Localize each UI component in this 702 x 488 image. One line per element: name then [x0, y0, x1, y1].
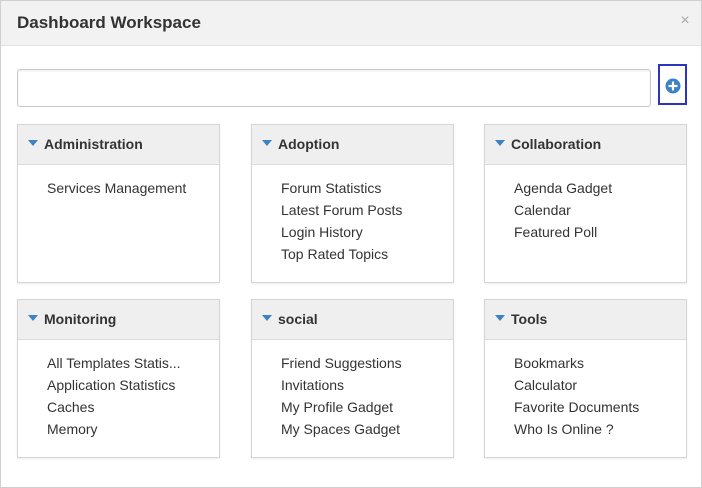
category-card-administration: Administration Services Management: [17, 124, 220, 283]
category-title: Monitoring: [44, 311, 117, 327]
category-card-tools: Tools Bookmarks Calculator Favorite Docu…: [484, 299, 687, 458]
category-title: Tools: [511, 311, 548, 327]
gadget-item[interactable]: Login History: [281, 221, 402, 243]
gadget-search-input[interactable]: [17, 69, 651, 107]
category-title: social: [278, 311, 318, 327]
caret-down-icon: [28, 315, 38, 321]
gadget-item[interactable]: Who Is Online ?: [514, 418, 639, 440]
category-header[interactable]: Monitoring: [18, 300, 219, 340]
gadget-list: Agenda Gadget Calendar Featured Poll: [514, 177, 612, 243]
category-header[interactable]: social: [252, 300, 453, 340]
gadget-item[interactable]: Bookmarks: [514, 352, 639, 374]
gadget-item[interactable]: Calculator: [514, 374, 639, 396]
caret-down-icon: [262, 140, 272, 146]
gadget-item[interactable]: Top Rated Topics: [281, 243, 402, 265]
gadget-item[interactable]: Favorite Documents: [514, 396, 639, 418]
gadget-item[interactable]: Services Management: [47, 177, 186, 199]
gadget-item[interactable]: All Templates Statis...: [47, 352, 181, 374]
category-title: Administration: [44, 136, 143, 152]
gadget-item[interactable]: Agenda Gadget: [514, 177, 612, 199]
category-card-monitoring: Monitoring All Templates Statis... Appli…: [17, 299, 220, 458]
gadget-item[interactable]: Caches: [47, 396, 181, 418]
category-header[interactable]: Adoption: [252, 125, 453, 165]
category-header[interactable]: Tools: [485, 300, 686, 340]
gadget-list: Services Management: [47, 177, 186, 199]
gadget-list: Friend Suggestions Invitations My Profil…: [281, 352, 402, 440]
gadget-item[interactable]: Invitations: [281, 374, 402, 396]
gadget-item[interactable]: My Profile Gadget: [281, 396, 402, 418]
category-header[interactable]: Administration: [18, 125, 219, 165]
category-card-adoption: Adoption Forum Statistics Latest Forum P…: [251, 124, 454, 283]
gadget-list: Forum Statistics Latest Forum Posts Logi…: [281, 177, 402, 265]
dialog-header: Dashboard Workspace ×: [1, 1, 701, 46]
dashboard-workspace-dialog: Dashboard Workspace × Administration Ser…: [0, 0, 702, 488]
category-card-collaboration: Collaboration Agenda Gadget Calendar Fea…: [484, 124, 687, 283]
gadget-item[interactable]: Latest Forum Posts: [281, 199, 402, 221]
plus-circle-icon: [665, 78, 681, 94]
category-header[interactable]: Collaboration: [485, 125, 686, 165]
add-gadget-button[interactable]: [658, 64, 687, 105]
caret-down-icon: [495, 140, 505, 146]
category-card-social: social Friend Suggestions Invitations My…: [251, 299, 454, 458]
gadget-item[interactable]: My Spaces Gadget: [281, 418, 402, 440]
gadget-item[interactable]: Application Statistics: [47, 374, 181, 396]
category-title: Collaboration: [511, 136, 602, 152]
caret-down-icon: [495, 315, 505, 321]
category-title: Adoption: [278, 136, 340, 152]
gadget-list: All Templates Statis... Application Stat…: [47, 352, 181, 440]
gadget-item[interactable]: Memory: [47, 418, 181, 440]
gadget-list: Bookmarks Calculator Favorite Documents …: [514, 352, 639, 440]
gadget-item[interactable]: Forum Statistics: [281, 177, 402, 199]
caret-down-icon: [28, 140, 38, 146]
gadget-item[interactable]: Featured Poll: [514, 221, 612, 243]
dialog-title: Dashboard Workspace: [17, 13, 201, 32]
caret-down-icon: [262, 315, 272, 321]
gadget-item[interactable]: Calendar: [514, 199, 612, 221]
close-icon[interactable]: ×: [677, 12, 693, 30]
gadget-item[interactable]: Friend Suggestions: [281, 352, 402, 374]
